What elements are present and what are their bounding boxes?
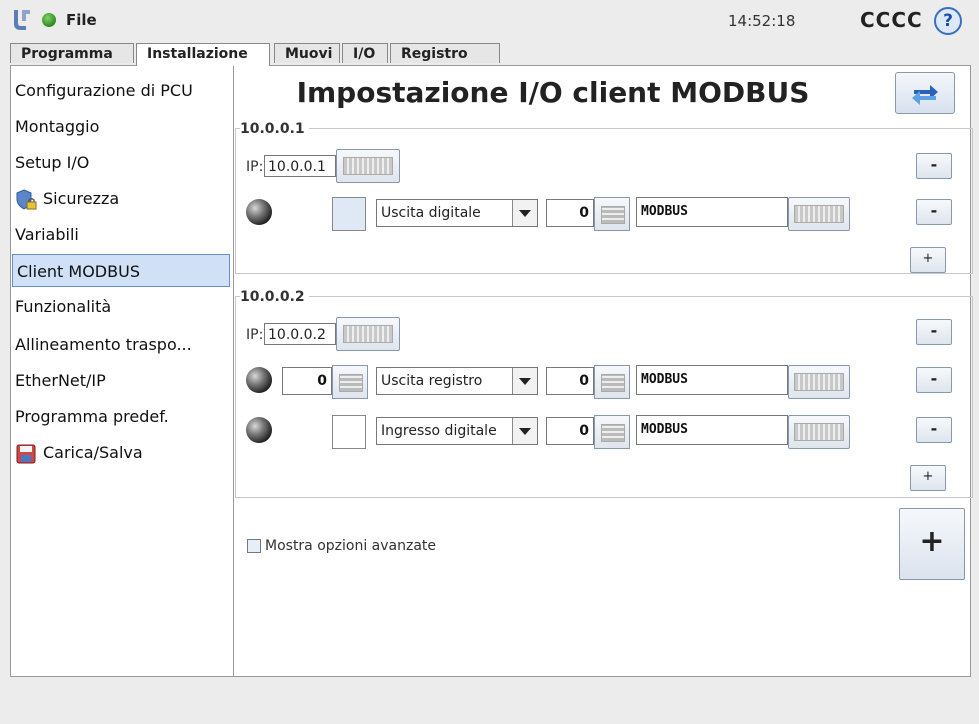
clock: 14:52:18 (728, 12, 796, 30)
sidebar-item-label: Sicurezza (43, 189, 120, 208)
numpad-button[interactable] (594, 365, 630, 399)
sidebar-item-default-program[interactable]: Programma predef. (11, 400, 231, 433)
signal-status-icon (246, 417, 272, 443)
signal-value-box[interactable] (332, 415, 366, 449)
remove-signal-button[interactable]: - (916, 199, 952, 225)
numpad-icon (601, 374, 625, 392)
keyboard-button[interactable] (788, 365, 850, 399)
tab-installazione[interactable]: Installazione (136, 43, 270, 66)
ur-logo-icon (14, 10, 30, 30)
sidebar-item-io-setup[interactable]: Setup I/O (11, 146, 231, 179)
sync-arrows-icon (912, 85, 938, 105)
sidebar-item-variables[interactable]: Variabili (11, 218, 231, 251)
keyboard-icon (343, 157, 393, 175)
file-menu[interactable]: File (66, 11, 97, 29)
numpad-icon (601, 206, 625, 224)
signal-type-select[interactable]: Uscita digitale (376, 199, 538, 227)
tab-registro[interactable]: Registro (390, 43, 500, 63)
sidebar-item-load-save[interactable]: Carica/Salva (11, 436, 231, 469)
modbus-unit-1: 10.0.0.1 IP: 10.0.0.1 - Uscita digitale … (235, 121, 973, 274)
sidebar-item-safety[interactable]: Sicurezza (11, 182, 231, 215)
signal-status-icon (246, 199, 272, 225)
shield-lock-icon (16, 188, 37, 210)
sidebar-item-ethernet-ip[interactable]: EtherNet/IP (11, 364, 231, 397)
keyboard-icon (794, 205, 844, 223)
status-ok-icon (42, 13, 56, 27)
register-address-field[interactable]: 0 (546, 199, 594, 227)
modbus-unit-2: 10.0.0.2 IP: 10.0.0.2 - 0 Uscita registr… (235, 289, 973, 498)
remove-unit-button[interactable]: - (916, 319, 952, 345)
tab-programma[interactable]: Programma (10, 43, 134, 63)
signal-type-select[interactable]: Ingresso digitale (376, 417, 538, 445)
keyboard-button[interactable] (788, 197, 850, 231)
select-value: Uscita registro (381, 373, 483, 389)
sidebar-item-mounting[interactable]: Montaggio (11, 110, 231, 143)
advanced-options-label: Mostra opzioni avanzate (265, 538, 437, 554)
numpad-icon (339, 374, 363, 392)
floppy-disk-icon (16, 444, 36, 463)
select-value: Ingresso digitale (381, 423, 497, 439)
remove-signal-button[interactable]: - (916, 367, 952, 393)
page-title: Impostazione I/O client MODBUS (296, 76, 810, 109)
keyboard-icon (343, 325, 393, 343)
ip-label: IP: (246, 327, 264, 343)
numpad-button[interactable] (594, 197, 630, 231)
signal-name-field[interactable]: MODBUS (636, 197, 788, 227)
numpad-button[interactable] (594, 415, 630, 449)
ip-label: IP: (246, 159, 264, 175)
unit-1-title: 10.0.0.1 (240, 121, 309, 137)
sidebar-item-label: Carica/Salva (43, 443, 143, 462)
help-icon[interactable]: ? (934, 7, 962, 35)
add-unit-button[interactable]: + (899, 508, 965, 580)
signal-status-icon (246, 367, 272, 393)
robot-name: CCCC (860, 8, 923, 32)
select-value: Uscita digitale (381, 205, 481, 221)
chevron-down-icon (512, 368, 537, 394)
unit-2-ip-field[interactable]: 10.0.0.2 (264, 323, 336, 345)
remove-unit-button[interactable]: - (916, 153, 952, 179)
unit-1-ip-field[interactable]: 10.0.0.1 (264, 155, 336, 177)
signal-value-box[interactable] (332, 197, 366, 231)
sidebar: Configurazione di PCU Montaggio Setup I/… (11, 66, 234, 676)
signal-value-field[interactable]: 0 (282, 367, 332, 395)
chevron-down-icon (512, 418, 537, 444)
keyboard-button[interactable] (336, 317, 400, 351)
signal-name-field[interactable]: MODBUS (636, 365, 788, 395)
signal-name-field[interactable]: MODBUS (636, 415, 788, 445)
keyboard-icon (794, 423, 844, 441)
unit-2-title: 10.0.0.2 (240, 289, 309, 305)
advanced-options-toggle[interactable]: Mostra opzioni avanzate (247, 538, 436, 554)
tab-muovi[interactable]: Muovi (274, 43, 340, 63)
sidebar-item-features[interactable]: Funzionalità (11, 290, 231, 323)
register-address-field[interactable]: 0 (546, 417, 594, 445)
numpad-button[interactable] (332, 365, 368, 399)
top-bar: File 14:52:18 CCCC ? (0, 0, 979, 40)
numpad-icon (601, 424, 625, 442)
chevron-down-icon (512, 200, 537, 226)
advanced-options-checkbox[interactable] (247, 539, 261, 553)
sidebar-item-pcu-config[interactable]: Configurazione di PCU (11, 74, 231, 107)
register-address-field[interactable]: 0 (546, 367, 594, 395)
keyboard-button[interactable] (788, 415, 850, 449)
installation-panel: Configurazione di PCU Montaggio Setup I/… (10, 65, 973, 677)
refresh-button[interactable] (895, 72, 955, 114)
sidebar-item-conveyor-tracking[interactable]: Allineamento traspo... (11, 328, 231, 361)
sidebar-item-modbus-client[interactable]: Client MODBUS (12, 254, 230, 287)
keyboard-icon (794, 373, 844, 391)
remove-signal-button[interactable]: - (916, 417, 952, 443)
keyboard-button[interactable] (336, 149, 400, 183)
add-signal-button[interactable]: + (910, 465, 946, 491)
add-signal-button[interactable]: + (910, 247, 946, 273)
tab-io[interactable]: I/O (342, 43, 388, 63)
signal-type-select[interactable]: Uscita registro (376, 367, 538, 395)
